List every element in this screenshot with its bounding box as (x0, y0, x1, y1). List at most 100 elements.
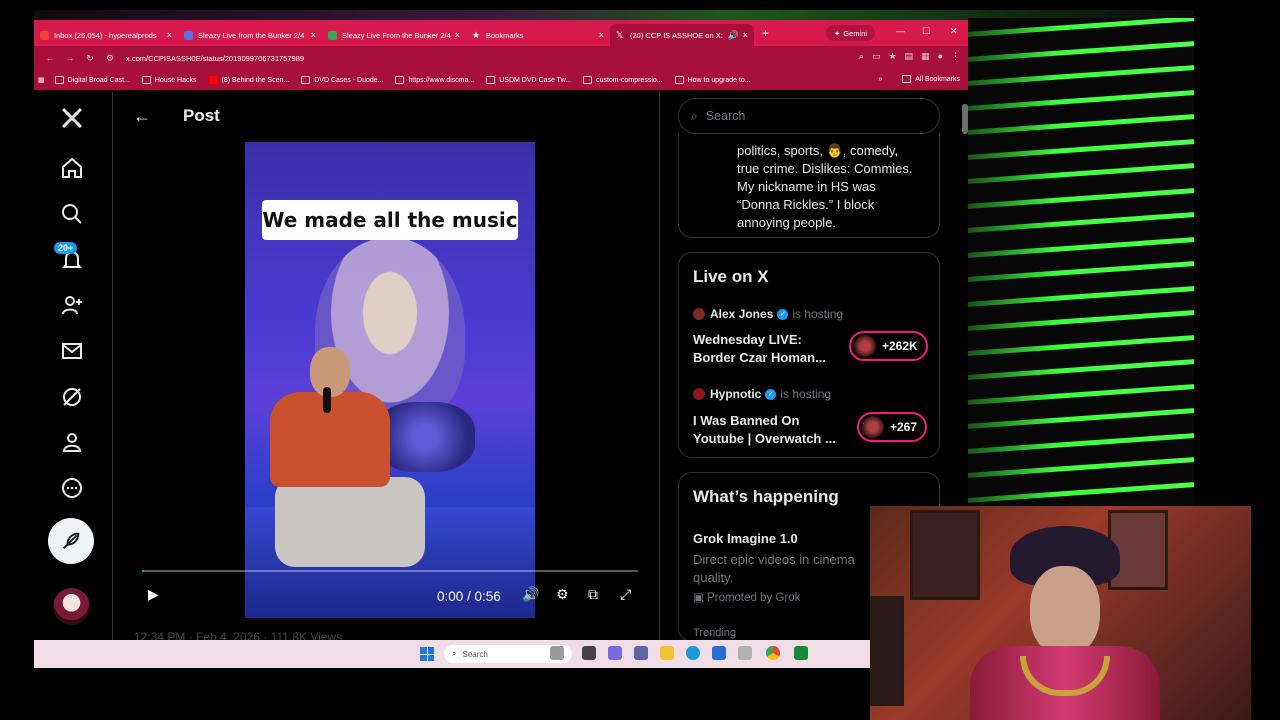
site-icon (674, 76, 684, 84)
bookmark-label: How to upgrade to... (687, 76, 751, 84)
audio-icon[interactable]: 🔊 (728, 30, 739, 41)
edge-icon[interactable] (686, 646, 700, 660)
folder-icon (141, 76, 151, 84)
close-icon[interactable]: × (455, 30, 460, 40)
apps-icon[interactable]: ▦ (38, 76, 45, 84)
zoom-icon[interactable]: ⌕ (859, 51, 864, 62)
windows-taskbar: ⌕ Search (34, 640, 870, 668)
url-field[interactable]: x.com/CCPISASSH0E/status/201909970673175… (126, 54, 304, 63)
decorative-stripes (968, 18, 1194, 508)
tab-bookmarks[interactable]: ★ Bookmarks × (466, 24, 610, 46)
file-explorer-icon[interactable] (582, 646, 596, 660)
windows-start-icon[interactable] (420, 647, 434, 661)
bookmark-item[interactable]: DVD Cases - Duode... (301, 76, 383, 84)
back-icon[interactable]: ← (40, 53, 60, 63)
messages-icon[interactable] (58, 337, 86, 365)
video-progress-bar[interactable] (142, 570, 638, 572)
bookmark-item[interactable]: USDM DVD Case Tw... (486, 76, 571, 84)
home-icon[interactable] (58, 154, 86, 182)
sidepanel-icon[interactable]: ▤ (905, 51, 914, 62)
avatar[interactable] (53, 588, 90, 625)
gemini-button[interactable]: ✦ Gemini (826, 25, 876, 41)
follow-icon[interactable] (58, 291, 86, 319)
trend-title[interactable]: Grok Imagine 1.0 (693, 531, 798, 546)
space-title[interactable]: Wednesday LIVE: Border Czar Homan... (693, 331, 843, 367)
x-logo-icon[interactable] (58, 104, 86, 132)
tab-sleazy-1[interactable]: Sleazy Live from the Bunker 2/4 × (178, 24, 322, 46)
trend-description: Direct epic videos in cinema quality. (693, 551, 883, 587)
back-arrow-icon[interactable]: ← (133, 106, 151, 127)
bookmark-item[interactable]: Digital Broad Cast... (54, 76, 130, 84)
teams-icon[interactable] (634, 646, 648, 660)
close-icon[interactable]: × (743, 30, 748, 40)
grok-icon[interactable] (58, 383, 86, 411)
compose-post-button[interactable] (48, 518, 94, 564)
tab-x-post[interactable]: 𝕏 (20) CCP IS ASSHOE on X: 🔊 × (610, 24, 754, 46)
video-player[interactable]: We made all the music ▶ 0:00 / 0:56 🔊 ⚙ … (136, 142, 644, 618)
tab-bar: Inbox (26,054) - hyperealprods × Sleazy … (34, 20, 968, 46)
space-host[interactable]: Hypnotic ✓ is hosting (693, 387, 831, 401)
bookmark-item[interactable]: House Hacks (141, 76, 197, 84)
menu-icon[interactable]: ⋮ (951, 51, 960, 62)
site-icon (486, 76, 496, 84)
host-name: Hypnotic (710, 387, 762, 401)
bookmark-item[interactable]: How to upgrade to... (674, 76, 751, 84)
volume-icon[interactable]: 🔊 (522, 586, 539, 603)
fullscreen-icon[interactable]: ⤢ (620, 586, 631, 603)
bio-line: politics, sports, 👨, comedy, (737, 143, 899, 158)
video-caption: We made all the music (262, 200, 518, 240)
tab-gmail[interactable]: Inbox (26,054) - hyperealprods × (34, 24, 178, 46)
forward-icon[interactable]: → (60, 53, 80, 63)
site-info-icon[interactable]: ⚙ (100, 53, 120, 64)
store-icon[interactable] (712, 646, 726, 660)
tab-label: Inbox (26,054) - hyperealprods (54, 30, 157, 40)
listener-count-button[interactable]: +267 (857, 412, 928, 442)
play-icon[interactable]: ▶ (148, 586, 159, 603)
bookmark-item[interactable]: (8) Behind the Scen... (208, 76, 289, 84)
more-chevron-icon[interactable]: » (878, 76, 882, 83)
bookmark-star-icon[interactable]: ★ (888, 51, 896, 62)
space-title-line: I Was Banned On (693, 413, 800, 428)
task-view-icon[interactable] (550, 646, 564, 660)
maximize-icon[interactable]: ☐ (922, 26, 930, 37)
more-icon[interactable] (58, 474, 86, 502)
bookmark-item[interactable]: https://www.discma... (395, 76, 474, 84)
chrome-icon[interactable] (766, 646, 780, 660)
close-icon[interactable]: × (167, 30, 172, 40)
settings-gear-icon[interactable]: ⚙ (556, 586, 569, 603)
video-performer-outfit (375, 402, 475, 472)
close-window-icon[interactable]: ✕ (950, 26, 958, 37)
bookmark-item[interactable]: custom-compressio... (583, 76, 663, 84)
reload-icon[interactable]: ↻ (80, 53, 100, 64)
folder-icon[interactable] (660, 646, 674, 660)
profile-icon[interactable]: ● (938, 51, 943, 62)
space-host[interactable]: Alex Jones ✓ is hosting (693, 307, 843, 321)
decorative-stripe (968, 383, 1194, 405)
new-tab-button[interactable]: + (762, 26, 769, 40)
listener-count-button[interactable]: +262K (849, 331, 928, 361)
app-icon[interactable] (738, 646, 752, 660)
profile-icon[interactable] (58, 428, 86, 456)
host-avatar (693, 388, 705, 400)
search-icon[interactable] (58, 200, 86, 228)
chrome-window: Inbox (26,054) - hyperealprods × Sleazy … (34, 20, 968, 640)
notification-badge: 20+ (54, 242, 78, 254)
copilot-icon[interactable] (608, 646, 622, 660)
space-title-line: Wednesday LIVE: (693, 332, 802, 347)
minimize-icon[interactable]: — (896, 26, 905, 36)
cast-icon[interactable]: ▭ (872, 51, 881, 62)
app-icon[interactable] (794, 646, 808, 660)
extensions-icon[interactable]: ▦ (921, 51, 930, 62)
decorative-stripe (968, 481, 1194, 503)
all-bookmarks[interactable]: » All Bookmarks (878, 75, 960, 83)
site-icon (184, 30, 193, 40)
tab-sleazy-2[interactable]: Sleazy Live From the Bunker 2/4 × (322, 24, 466, 46)
picture-in-picture-icon[interactable]: ⧉ (588, 586, 598, 603)
search-input[interactable]: ⌕ Search (678, 98, 940, 134)
all-bookmarks-label: All Bookmarks (915, 75, 960, 83)
close-icon[interactable]: × (599, 30, 604, 40)
close-icon[interactable]: × (311, 30, 316, 40)
bio-line: annoying people. (737, 215, 837, 230)
scrollbar[interactable] (962, 104, 968, 134)
space-title[interactable]: I Was Banned On Youtube | Overwatch ... (693, 412, 843, 448)
